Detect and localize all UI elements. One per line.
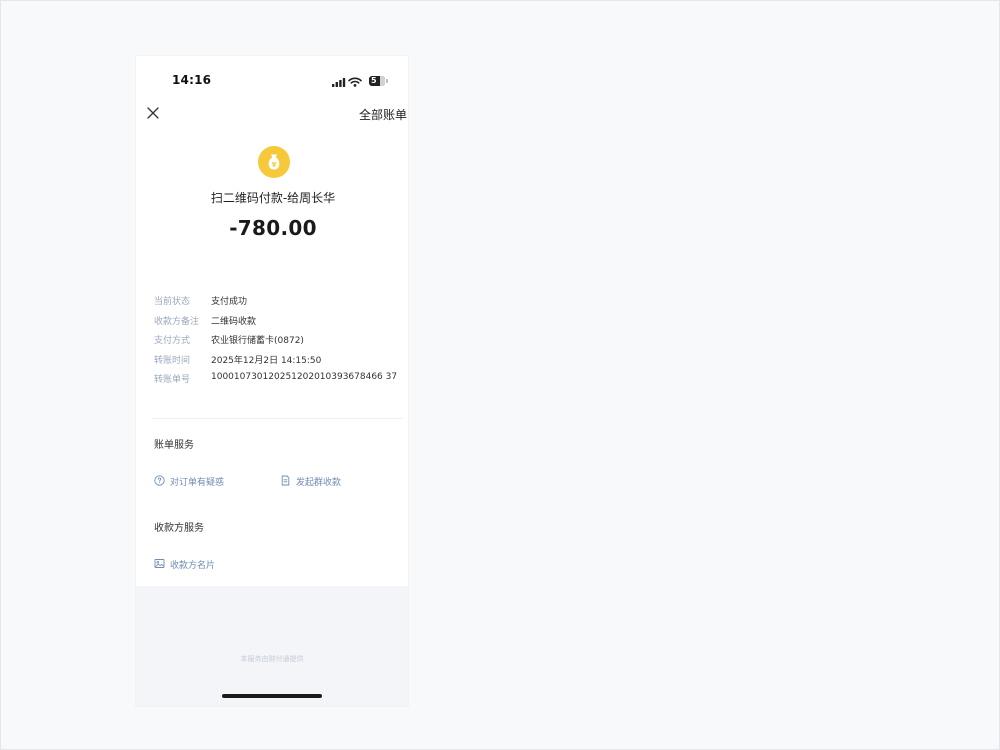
payee-card-label: 收款方名片: [170, 561, 216, 571]
detail-row-transfer-time: 转账时间 2025年12月2日 14:15:50: [154, 353, 404, 373]
battery-level: 5: [371, 76, 377, 85]
wifi-icon: [348, 77, 362, 87]
status-time: 14:16: [172, 73, 212, 87]
nav-bar: 全部账单: [136, 104, 408, 126]
transaction-title: 扫二维码付款-给周长华: [210, 191, 336, 205]
group-collect-link[interactable]: 发起群收款: [280, 475, 370, 489]
payee-card-link[interactable]: 收款方名片: [154, 558, 244, 572]
dispute-order-label: 对订单有疑惑: [170, 478, 225, 488]
footer-area: [136, 586, 408, 706]
battery-icon: 5: [369, 76, 388, 86]
close-icon[interactable]: [146, 106, 160, 120]
footer-note: 本服务由财付通提供: [240, 655, 304, 663]
detail-row-status: 当前状态 支付成功: [154, 294, 404, 314]
detail-label: 转账时间: [154, 355, 191, 366]
all-bills-link[interactable]: 全部账单: [359, 106, 407, 123]
document-icon: [281, 475, 290, 486]
transaction-amount: -780.00: [229, 216, 317, 240]
help-circle-icon: [154, 475, 165, 486]
detail-list: 当前状态 支付成功 收款方备注 二维码收款 支付方式 农业银行储蓄卡(0872)…: [154, 294, 404, 392]
group-collect-label: 发起群收款: [296, 478, 342, 488]
detail-label: 收款方备注: [154, 316, 200, 327]
status-bar: 14:16 5: [136, 73, 408, 93]
payee-service-title: 收款方服务: [154, 523, 204, 534]
svg-text:¥: ¥: [272, 161, 277, 169]
detail-label: 当前状态: [154, 297, 191, 307]
detail-value: 农业银行储蓄卡(0872): [211, 336, 304, 346]
dispute-order-link[interactable]: 对订单有疑惑: [154, 475, 254, 489]
card-image-icon: [154, 559, 165, 568]
detail-label: 支付方式: [154, 336, 191, 346]
detail-label: 转账单号: [154, 375, 191, 385]
detail-value: 支付成功: [211, 297, 248, 307]
detail-row-payee-note: 收款方备注 二维码收款: [154, 314, 404, 334]
detail-row-transfer-number: 转账单号 100010730120251202010393678466 37: [154, 372, 404, 392]
detail-value: 100010730120251202010393678466 37: [211, 372, 398, 382]
signal-icon: [332, 78, 346, 87]
section-divider: [152, 418, 402, 419]
bill-service-title: 账单服务: [154, 440, 194, 451]
phone-screen: 14:16 5 全部账单 ¥ 扫二维码付款-给周长华 -780.00 当前状态 …: [136, 56, 408, 706]
detail-value: 二维码收款: [211, 316, 257, 327]
detail-value: 2025年12月2日 14:15:50: [211, 355, 322, 366]
home-indicator[interactable]: [222, 694, 322, 698]
detail-row-payment-method: 支付方式 农业银行储蓄卡(0872): [154, 333, 404, 353]
money-bag-icon: ¥: [258, 146, 290, 178]
